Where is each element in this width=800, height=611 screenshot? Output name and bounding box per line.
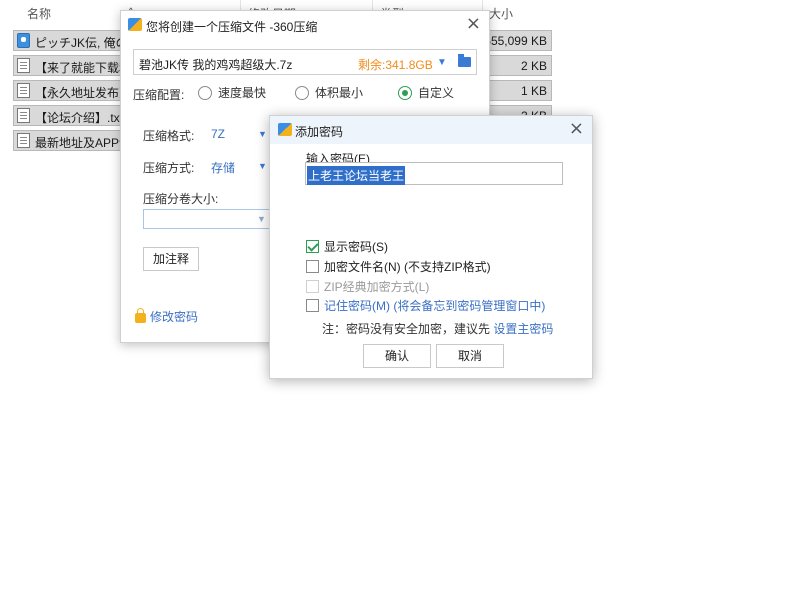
column-header-name[interactable]: 名称 (27, 5, 51, 22)
checkbox-label[interactable]: 显示密码(S) (324, 238, 388, 255)
text-file-icon (17, 133, 30, 148)
remember-password-checkbox[interactable]: 记住密码(M) (将会备忘到密码管理窗口中) (306, 297, 545, 314)
password-dialog-titlebar[interactable]: 添加密码 × (270, 116, 592, 144)
column-header-size[interactable]: 大小 (489, 5, 513, 22)
radio-circle[interactable] (295, 85, 309, 100)
compress-dialog-titlebar[interactable]: 您将创建一个压缩文件 -360压缩 × (121, 11, 489, 39)
confirm-button[interactable]: 确认 (363, 344, 431, 368)
checkbox-box (306, 280, 319, 293)
file-size: 2 KB (520, 59, 547, 73)
volume-label: 压缩分卷大小: (143, 192, 219, 206)
set-master-password-link[interactable]: 设置主密码 (493, 322, 553, 336)
file-name: 【来了就能下载和 (35, 61, 132, 75)
checkbox-label: ZIP经典加密方式(L) (324, 280, 430, 294)
checkbox-label[interactable]: 记住密码(M) (将会备忘到密码管理窗口中) (324, 297, 545, 314)
exe-icon (17, 33, 30, 48)
radio-fastest[interactable]: 速度最快 (198, 84, 266, 101)
change-password-link[interactable]: 修改密码 (135, 308, 198, 325)
method-label: 压缩方式: (143, 161, 195, 175)
file-size: 1 KB (520, 84, 547, 98)
text-file-icon (17, 83, 30, 98)
password-input[interactable]: 上老王论坛当老王 (305, 162, 563, 185)
radio-circle[interactable] (198, 85, 212, 100)
add-note-button[interactable]: 加注释 (143, 247, 199, 271)
folder-icon[interactable] (458, 54, 471, 67)
checkbox-label[interactable]: 加密文件名(N) (不支持ZIP格式) (324, 258, 491, 275)
file-name: ピッチJK伝, 俺の (35, 36, 128, 50)
config-label: 压缩配置: (133, 88, 185, 102)
volume-size-combo[interactable]: ▼ (143, 209, 273, 229)
close-icon[interactable]: × (569, 120, 584, 138)
checkbox-box[interactable] (306, 240, 319, 253)
encrypt-filenames-checkbox[interactable]: 加密文件名(N) (不支持ZIP格式) (306, 258, 491, 275)
radio-label: 速度最快 (218, 86, 267, 100)
chevron-down-icon[interactable]: ▼ (258, 161, 267, 171)
format-label: 压缩格式: (143, 129, 195, 143)
security-note-text: 注：密码没有安全加密，建议先 (322, 322, 491, 336)
add-password-dialog: 添加密码 × 输入密码(E) 上老王论坛当老王 显示密码(S) 加密文件名(N)… (269, 115, 593, 379)
password-value[interactable]: 上老王论坛当老王 (307, 166, 406, 185)
chevron-down-icon[interactable]: ▼ (257, 214, 266, 224)
change-password-label[interactable]: 修改密码 (150, 308, 198, 325)
radio-circle[interactable] (398, 85, 412, 100)
lock-icon (135, 308, 146, 323)
chevron-down-icon[interactable]: ▼ (437, 57, 447, 68)
text-file-icon (17, 58, 30, 73)
close-icon[interactable]: × (466, 15, 481, 33)
cancel-button[interactable]: 取消 (436, 344, 504, 368)
chevron-down-icon[interactable]: ▼ (258, 129, 267, 139)
format-select[interactable]: 7Z (211, 127, 225, 141)
radio-custom[interactable]: 自定义 (398, 84, 454, 101)
radio-smallest[interactable]: 体积最小 (295, 84, 363, 101)
method-select[interactable]: 存储 (211, 159, 235, 176)
text-file-icon (17, 108, 30, 123)
show-password-checkbox[interactable]: 显示密码(S) (306, 238, 388, 255)
radio-label: 自定义 (418, 86, 455, 100)
output-path-field[interactable]: 碧池JK传 我的鸡鸡超级大.7z 剩余:341.8GB ▼ (133, 49, 477, 75)
zip-classic-encrypt-checkbox: ZIP经典加密方式(L) (306, 278, 429, 295)
free-space-label: 剩余:341.8GB (358, 58, 433, 72)
radio-label: 体积最小 (315, 86, 364, 100)
checkbox-box[interactable] (306, 260, 319, 273)
file-name: 【论坛介绍】.txt (35, 111, 124, 125)
security-note: 注：密码没有安全加密，建议先 设置主密码 (322, 320, 553, 337)
file-size: 555,099 KB (484, 34, 547, 48)
checkbox-box[interactable] (306, 299, 319, 312)
output-file-name: 碧池JK传 我的鸡鸡超级大.7z (139, 58, 293, 72)
compress-dialog-title: 您将创建一个压缩文件 -360压缩 (146, 20, 318, 34)
app-logo-icon (128, 18, 142, 31)
password-dialog-title: 添加密码 (295, 125, 344, 139)
app-logo-icon (278, 123, 292, 136)
file-name: 【永久地址发布页 (35, 86, 132, 100)
file-name: 最新地址及APP请 (35, 136, 132, 150)
